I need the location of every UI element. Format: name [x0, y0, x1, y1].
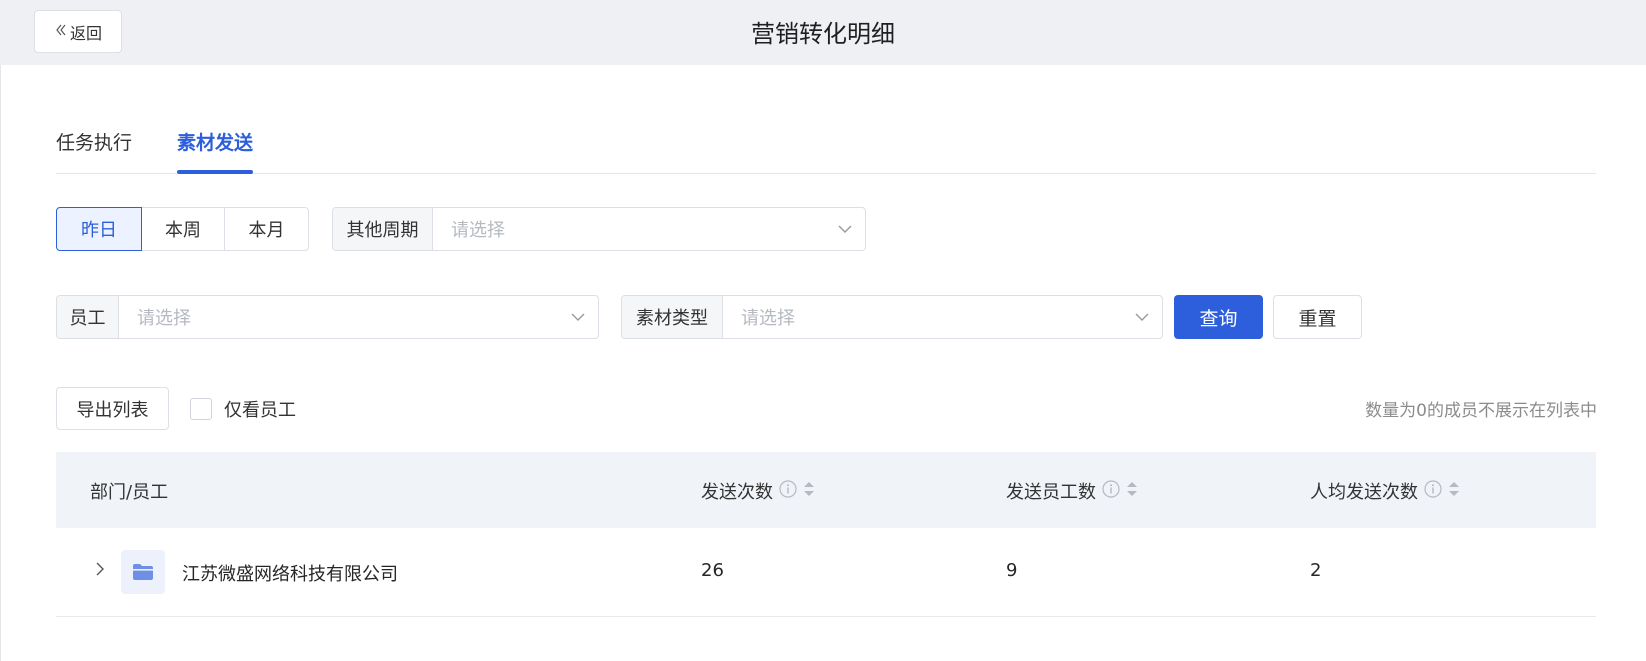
folder-icon: [121, 550, 165, 594]
active-tab-indicator: [177, 170, 253, 174]
column-header-avg-sends[interactable]: 人均发送次数: [1310, 478, 1460, 504]
sort-icon[interactable]: [1448, 480, 1460, 503]
other-period-select[interactable]: 其他周期 请选择: [332, 207, 866, 251]
divider: [0, 65, 1, 661]
reset-button[interactable]: 重置: [1273, 295, 1362, 339]
export-list-button[interactable]: 导出列表: [56, 387, 169, 430]
sort-icon[interactable]: [803, 480, 815, 503]
column-header-label: 人均发送次数: [1310, 482, 1418, 503]
column-header-senders[interactable]: 发送员工数: [1006, 478, 1138, 504]
employee-select[interactable]: 员工 请选择: [56, 295, 599, 339]
column-header-sends[interactable]: 发送次数: [701, 478, 815, 504]
chevron-down-icon: [558, 313, 598, 322]
employee-placeholder: 请选择: [137, 308, 191, 329]
period-yesterday-button[interactable]: 昨日: [56, 207, 142, 251]
sort-icon[interactable]: [1126, 480, 1138, 503]
chevron-down-icon: [825, 225, 865, 234]
employee-label: 员工: [57, 296, 119, 338]
chevron-right-icon[interactable]: [94, 560, 106, 583]
column-header-department: 部门/员工: [90, 478, 168, 504]
material-type-label: 素材类型: [622, 296, 723, 338]
page-title: 营销转化明细: [751, 20, 895, 48]
top-bar: 返回 营销转化明细: [0, 0, 1646, 65]
period-selector: 昨日 本周 本月: [56, 207, 309, 251]
material-type-placeholder: 请选择: [741, 308, 795, 329]
info-icon[interactable]: [779, 479, 797, 503]
senders-count: 9: [1006, 560, 1018, 581]
period-this-week-button[interactable]: 本周: [141, 207, 225, 251]
info-icon[interactable]: [1102, 479, 1120, 503]
only-employees-label: 仅看员工: [224, 400, 296, 421]
list-hint-text: 数量为0的成员不展示在列表中: [1365, 401, 1597, 421]
column-header-label: 部门/员工: [90, 482, 169, 503]
data-table: 部门/员工 发送次数 发送员工数 人均发送次数 江苏微盛网络科技有限公司 26 …: [56, 452, 1596, 617]
column-header-label: 发送次数: [701, 482, 773, 503]
table-header: 部门/员工 发送次数 发送员工数 人均发送次数: [56, 452, 1596, 528]
only-employees-checkbox[interactable]: 仅看员工: [190, 396, 296, 422]
query-button[interactable]: 查询: [1174, 295, 1263, 339]
period-this-month-button[interactable]: 本月: [224, 207, 309, 251]
tab-task-execution[interactable]: 任务执行: [56, 128, 132, 155]
tab-bar: 任务执行 素材发送: [56, 110, 1596, 174]
checkbox-box[interactable]: [190, 398, 212, 420]
avg-sends: 2: [1310, 560, 1322, 581]
info-icon[interactable]: [1424, 479, 1442, 503]
other-period-label: 其他周期: [333, 208, 433, 250]
column-header-label: 发送员工数: [1006, 482, 1096, 503]
chevron-down-icon: [1122, 313, 1162, 322]
material-type-select[interactable]: 素材类型 请选择: [621, 295, 1163, 339]
table-row[interactable]: 江苏微盛网络科技有限公司 26 9 2: [56, 528, 1596, 617]
other-period-placeholder: 请选择: [451, 220, 505, 241]
department-name: 江苏微盛网络科技有限公司: [182, 564, 398, 585]
tab-material-sending[interactable]: 素材发送: [177, 128, 253, 155]
sends-count: 26: [701, 560, 724, 581]
